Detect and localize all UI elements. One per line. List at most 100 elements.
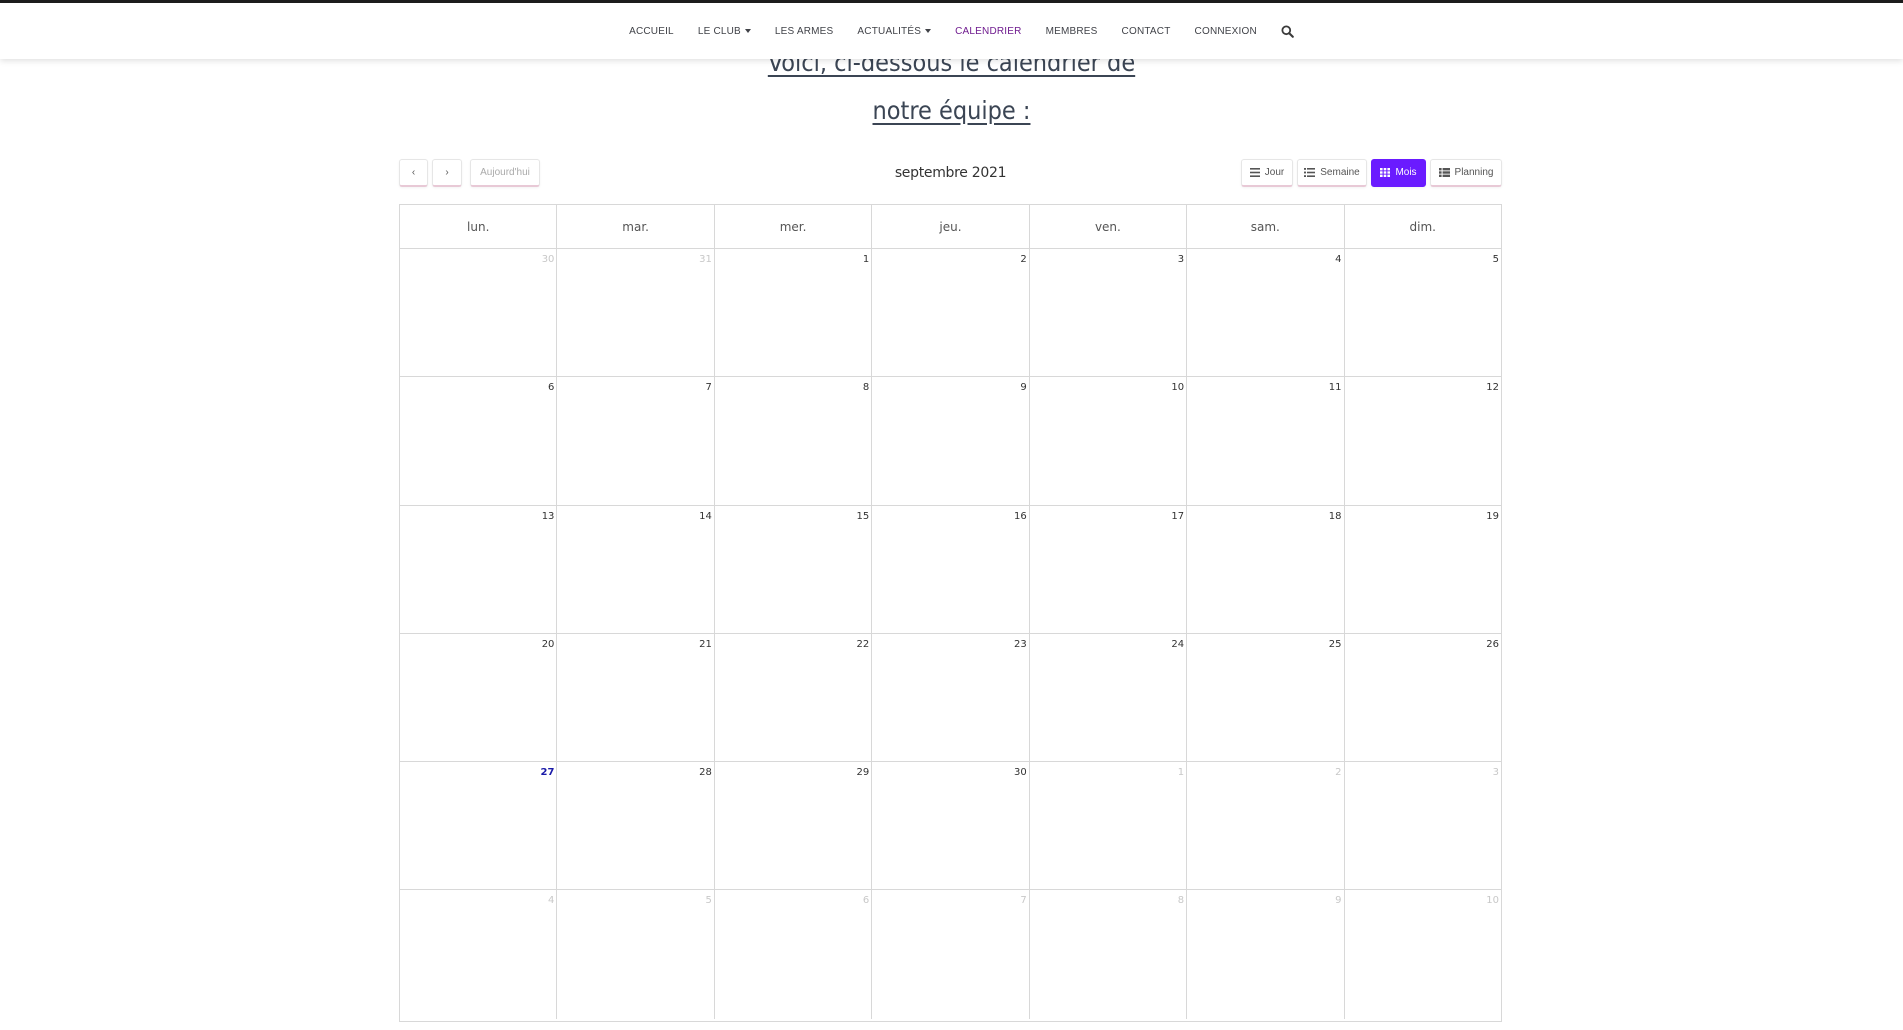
calendar-day-cell-today[interactable]: 27	[400, 762, 558, 890]
calendar-day-cell[interactable]: 6	[715, 890, 873, 1019]
day-number[interactable]: 7	[1020, 895, 1026, 906]
view-semaine-button[interactable]: Semaine	[1297, 159, 1367, 187]
calendar-day-cell[interactable]: 5	[1345, 249, 1501, 376]
view-mois-button[interactable]: Mois	[1371, 159, 1426, 187]
day-number[interactable]: 4	[548, 895, 554, 906]
calendar-day-cell[interactable]: 4	[1187, 249, 1345, 377]
day-number[interactable]: 20	[542, 639, 555, 650]
day-number[interactable]: 25	[1329, 639, 1342, 650]
view-label: Jour	[1264, 167, 1285, 178]
calendar-day-cell[interactable]: 9	[1187, 890, 1345, 1019]
calendar-day-cell[interactable]: 22	[715, 633, 873, 762]
calendar-day-cell[interactable]: 28	[557, 762, 715, 890]
day-number[interactable]: 8	[863, 382, 869, 393]
calendar-day-cell[interactable]: 10	[1345, 890, 1501, 1018]
day-number[interactable]: 3	[1493, 767, 1499, 778]
calendar-day-cell[interactable]: 17	[1030, 505, 1188, 633]
calendar-day-cell[interactable]: 24	[1030, 633, 1188, 762]
day-number[interactable]: 6	[548, 382, 554, 393]
calendar-day-cell[interactable]: 8	[715, 377, 873, 505]
view-planning-button[interactable]: Planning	[1430, 159, 1502, 187]
day-number[interactable]: 14	[699, 511, 712, 522]
day-number[interactable]: 10	[1486, 895, 1499, 906]
day-number[interactable]: 9	[1335, 895, 1341, 906]
day-number[interactable]: 30	[1014, 767, 1027, 778]
calendar-day-cell[interactable]: 7	[557, 377, 715, 505]
day-number[interactable]: 10	[1171, 382, 1184, 393]
calendar-day-cell[interactable]: 25	[1187, 633, 1345, 762]
calendar-day-cell[interactable]: 1	[715, 249, 873, 377]
day-number[interactable]: 5	[705, 895, 711, 906]
calendar-day-cell[interactable]: 31	[557, 249, 715, 377]
day-number[interactable]: 16	[1014, 511, 1027, 522]
day-number[interactable]: 15	[857, 511, 870, 522]
day-number[interactable]: 29	[857, 767, 870, 778]
day-number[interactable]: 13	[542, 511, 555, 522]
day-number[interactable]: 24	[1171, 639, 1184, 650]
calendar-day-cell[interactable]: 8	[1030, 890, 1188, 1019]
calendar-day-cell[interactable]: 21	[557, 633, 715, 762]
day-number[interactable]: 26	[1486, 639, 1499, 650]
day-number[interactable]: 2	[1335, 767, 1341, 778]
view-jour-button[interactable]: Jour	[1241, 159, 1293, 187]
day-number[interactable]: 28	[699, 767, 712, 778]
calendar-day-cell[interactable]: 6	[400, 377, 558, 505]
calendar-day-cell[interactable]: 12	[1345, 377, 1501, 504]
nav-item-le-club[interactable]: LE CLUB	[686, 26, 763, 37]
day-number[interactable]: 2	[1020, 254, 1026, 265]
calendar-day-cell[interactable]: 9	[872, 377, 1030, 505]
day-number[interactable]: 9	[1020, 382, 1026, 393]
calendar-day-cell[interactable]: 26	[1345, 634, 1501, 761]
day-number[interactable]: 7	[705, 382, 711, 393]
calendar-day-cell[interactable]: 30	[872, 762, 1030, 890]
day-number[interactable]: 17	[1171, 511, 1184, 522]
nav-item-actualites[interactable]: ACTUALITÉS	[845, 26, 943, 37]
calendar-day-cell[interactable]: 4	[400, 890, 558, 1019]
calendar-day-cell[interactable]: 3	[1030, 249, 1188, 377]
day-number[interactable]: 18	[1329, 511, 1342, 522]
calendar-day-cell[interactable]: 2	[1187, 762, 1345, 890]
calendar-day-cell[interactable]: 11	[1187, 377, 1345, 505]
calendar-day-cell[interactable]: 16	[872, 505, 1030, 633]
weekday-header: ven.	[1030, 205, 1188, 248]
day-number[interactable]: 4	[1335, 254, 1341, 265]
day-number[interactable]: 23	[1014, 639, 1027, 650]
calendar-day-cell[interactable]: 5	[557, 890, 715, 1019]
nav-item-accueil[interactable]: ACCUEIL	[617, 26, 686, 37]
nav-item-connexion[interactable]: CONNEXION	[1183, 26, 1269, 37]
calendar-day-cell[interactable]: 19	[1345, 506, 1501, 633]
day-number[interactable]: 31	[699, 254, 712, 265]
calendar-day-cell[interactable]: 13	[400, 505, 558, 633]
day-number[interactable]: 19	[1486, 511, 1499, 522]
calendar-day-cell[interactable]: 10	[1030, 377, 1188, 505]
calendar-day-cell[interactable]: 15	[715, 505, 873, 633]
calendar-day-cell[interactable]: 1	[1030, 762, 1188, 890]
calendar-day-cell[interactable]: 30	[400, 249, 558, 377]
calendar-day-cell[interactable]: 20	[400, 633, 558, 762]
day-number[interactable]: 6	[863, 895, 869, 906]
calendar-day-cell[interactable]: 3	[1345, 762, 1501, 889]
day-number[interactable]: 11	[1329, 382, 1342, 393]
search-button[interactable]	[1269, 24, 1306, 38]
day-number[interactable]: 22	[857, 639, 870, 650]
calendar-day-cell[interactable]: 14	[557, 505, 715, 633]
day-number[interactable]: 21	[699, 639, 712, 650]
nav-item-label: CONNEXION	[1194, 25, 1257, 37]
day-number[interactable]: 1	[1178, 767, 1184, 778]
nav-item-membres[interactable]: MEMBRES	[1034, 26, 1110, 37]
nav-item-calendrier[interactable]: CALENDRIER	[943, 26, 1033, 37]
nav-item-contact[interactable]: CONTACT	[1110, 26, 1183, 37]
day-number[interactable]: 30	[542, 254, 555, 265]
calendar-day-cell[interactable]: 29	[715, 762, 873, 890]
day-number[interactable]: 27	[541, 767, 555, 778]
calendar-day-cell[interactable]: 18	[1187, 505, 1345, 633]
day-number[interactable]: 5	[1493, 254, 1499, 265]
day-number[interactable]: 8	[1178, 895, 1184, 906]
calendar-day-cell[interactable]: 23	[872, 633, 1030, 762]
day-number[interactable]: 12	[1486, 382, 1499, 393]
nav-item-les-armes[interactable]: LES ARMES	[763, 26, 846, 37]
calendar-day-cell[interactable]: 2	[872, 249, 1030, 377]
day-number[interactable]: 3	[1178, 254, 1184, 265]
calendar-day-cell[interactable]: 7	[872, 890, 1030, 1019]
day-number[interactable]: 1	[863, 254, 869, 265]
